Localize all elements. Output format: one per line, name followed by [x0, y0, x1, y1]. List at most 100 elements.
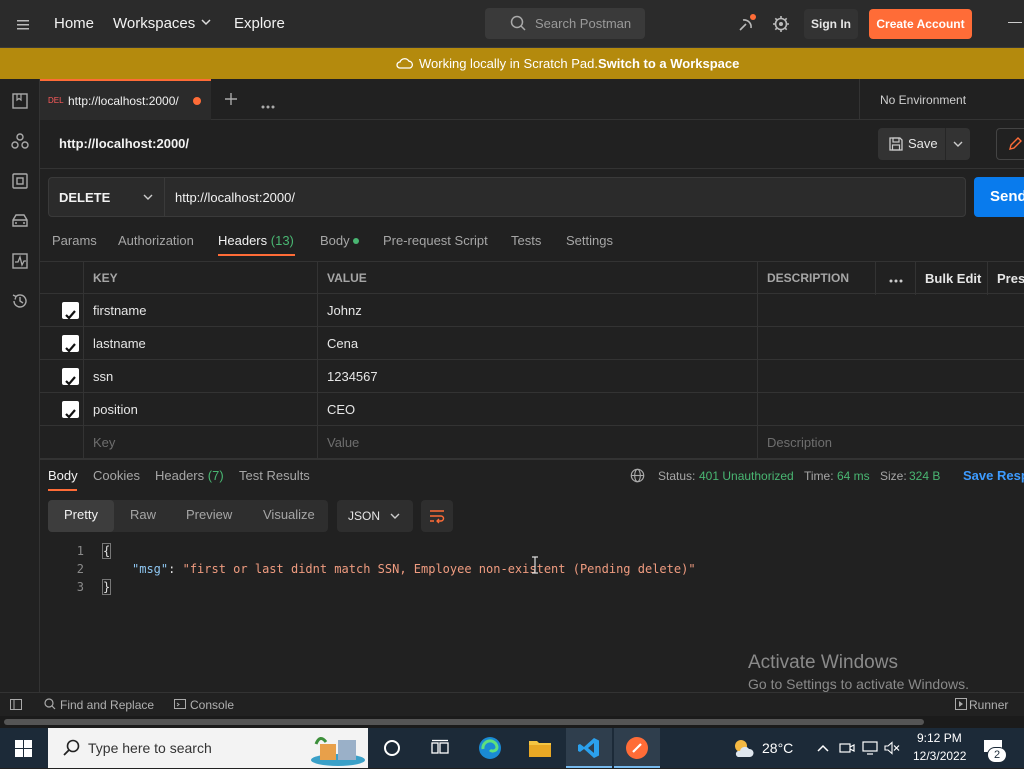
tab-params[interactable]: Params [52, 233, 97, 248]
environment-selector[interactable]: No Environment [859, 79, 1024, 120]
response-tab-cookies[interactable]: Cookies [93, 468, 140, 483]
history-icon[interactable] [11, 292, 29, 310]
presets-button[interactable]: Prese [988, 262, 1024, 295]
checkbox-checked-icon[interactable] [62, 302, 79, 320]
header-description[interactable] [758, 327, 1024, 360]
clock-time[interactable]: 9:12 PM [917, 731, 962, 745]
table-more-icon[interactable] [876, 262, 916, 295]
new-description-input[interactable]: Description [758, 426, 1024, 459]
chevron-up-icon[interactable] [816, 742, 830, 757]
tab-settings[interactable]: Settings [566, 233, 613, 248]
response-divider [40, 459, 1024, 460]
nav-home[interactable]: Home [54, 15, 94, 32]
response-tab-test-results[interactable]: Test Results [239, 468, 310, 483]
meet-now-icon[interactable] [839, 741, 855, 758]
checkbox-checked-icon[interactable] [62, 401, 79, 419]
volume-muted-icon[interactable] [884, 741, 900, 758]
line-number: 3 [76, 580, 84, 594]
scratchpad-banner: Working locally in Scratch Pad. Switch t… [0, 48, 1024, 79]
switch-workspace-link[interactable]: Switch to a Workspace [598, 56, 739, 71]
hamburger-menu-icon[interactable] [17, 18, 29, 30]
header-value[interactable]: Johnz [318, 294, 758, 327]
nav-workspaces[interactable]: Workspaces [113, 15, 195, 32]
url-input[interactable]: http://localhost:2000/ [175, 190, 295, 205]
request-name[interactable]: http://localhost:2000/ [59, 136, 189, 151]
save-response-button[interactable]: Save Resp [963, 468, 1024, 483]
header-description[interactable] [758, 393, 1024, 426]
nav-explore[interactable]: Explore [234, 15, 285, 32]
header-key[interactable]: ssn [84, 360, 318, 393]
size-label: Size: [880, 469, 907, 483]
settings-gear-icon[interactable] [772, 15, 790, 36]
network-icon[interactable] [862, 741, 878, 758]
header-key[interactable]: position [84, 393, 318, 426]
header-description[interactable] [758, 360, 1024, 393]
temperature[interactable]: 28°C [762, 740, 793, 756]
response-tab-headers[interactable]: Headers (7) [155, 468, 224, 483]
sign-in-button[interactable]: Sign In [804, 9, 858, 39]
postman-taskbar-item[interactable] [614, 728, 660, 768]
new-value-input[interactable]: Value [318, 426, 758, 459]
bulk-edit-button[interactable]: Bulk Edit [916, 262, 988, 295]
create-account-button[interactable]: Create Account [869, 9, 972, 39]
windows-start-icon[interactable] [15, 740, 32, 760]
new-tab-plus-icon[interactable] [224, 92, 238, 109]
runner-button[interactable]: Runner [969, 698, 1008, 712]
horizontal-scrollbar[interactable] [0, 716, 1024, 728]
tab-tests[interactable]: Tests [511, 233, 541, 248]
header-key[interactable]: firstname [84, 294, 318, 327]
header-value[interactable]: Cena [318, 327, 758, 360]
mode-visualize[interactable]: Visualize [263, 500, 315, 532]
scrollbar-thumb[interactable] [4, 719, 924, 725]
edit-button[interactable] [996, 128, 1024, 160]
header-description[interactable] [758, 294, 1024, 327]
vscode-taskbar-item[interactable] [566, 728, 612, 768]
tab-body[interactable]: Body [320, 233, 350, 248]
search-box[interactable]: Search Postman [485, 8, 645, 39]
response-tab-body[interactable]: Body [48, 468, 78, 483]
tab-authorization[interactable]: Authorization [118, 233, 194, 248]
mode-pretty[interactable]: Pretty [48, 500, 114, 532]
collections-icon[interactable] [11, 92, 29, 110]
status-value[interactable]: 401 Unauthorized [699, 469, 794, 483]
monitors-icon[interactable] [11, 252, 29, 270]
wrap-lines-button[interactable] [421, 500, 453, 532]
task-view-icon[interactable] [431, 739, 449, 760]
globe-icon[interactable] [630, 468, 645, 486]
taskbar-search[interactable]: Type here to search [48, 728, 368, 768]
file-explorer-icon[interactable] [528, 737, 552, 762]
weather-icon[interactable] [730, 736, 756, 763]
apis-icon[interactable] [11, 132, 29, 150]
save-button[interactable]: Save [878, 128, 970, 160]
header-key[interactable]: lastname [84, 327, 318, 360]
time-value[interactable]: 64 ms [837, 469, 870, 483]
sidebar-toggle-icon[interactable] [10, 699, 22, 713]
find-replace-button[interactable]: Find and Replace [60, 698, 154, 712]
new-key-input[interactable]: Key [84, 426, 318, 459]
header-value[interactable]: CEO [318, 393, 758, 426]
header-value[interactable]: 1234567 [318, 360, 758, 393]
tab-headers[interactable]: Headers (13) [218, 233, 294, 248]
format-select[interactable]: JSON [337, 500, 413, 532]
cortana-icon[interactable] [383, 739, 401, 760]
environments-icon[interactable] [11, 172, 29, 190]
console-button[interactable]: Console [190, 698, 234, 712]
checkbox-checked-icon[interactable] [62, 368, 79, 386]
size-value[interactable]: 324 B [909, 469, 940, 483]
send-button[interactable]: Send [974, 177, 1024, 217]
mock-servers-icon[interactable] [11, 212, 29, 230]
checkbox-checked-icon[interactable] [62, 335, 79, 353]
mode-raw[interactable]: Raw [130, 500, 156, 532]
method-select[interactable]: DELETE [49, 178, 165, 216]
edge-browser-icon[interactable] [478, 736, 502, 763]
request-tab[interactable]: DEL http://localhost:2000/ [40, 79, 211, 120]
window-minimize-icon[interactable] [1008, 22, 1022, 23]
tab-prerequest-script[interactable]: Pre-request Script [383, 233, 488, 248]
satellite-sync-icon[interactable] [737, 14, 757, 37]
clock-date[interactable]: 12/3/2022 [913, 749, 966, 763]
mode-preview[interactable]: Preview [186, 500, 232, 532]
code-colon: : [168, 562, 176, 576]
save-dropdown-chevron-icon[interactable] [952, 138, 964, 153]
more-tabs-icon[interactable] [261, 97, 275, 112]
chevron-down-icon[interactable] [200, 16, 212, 31]
